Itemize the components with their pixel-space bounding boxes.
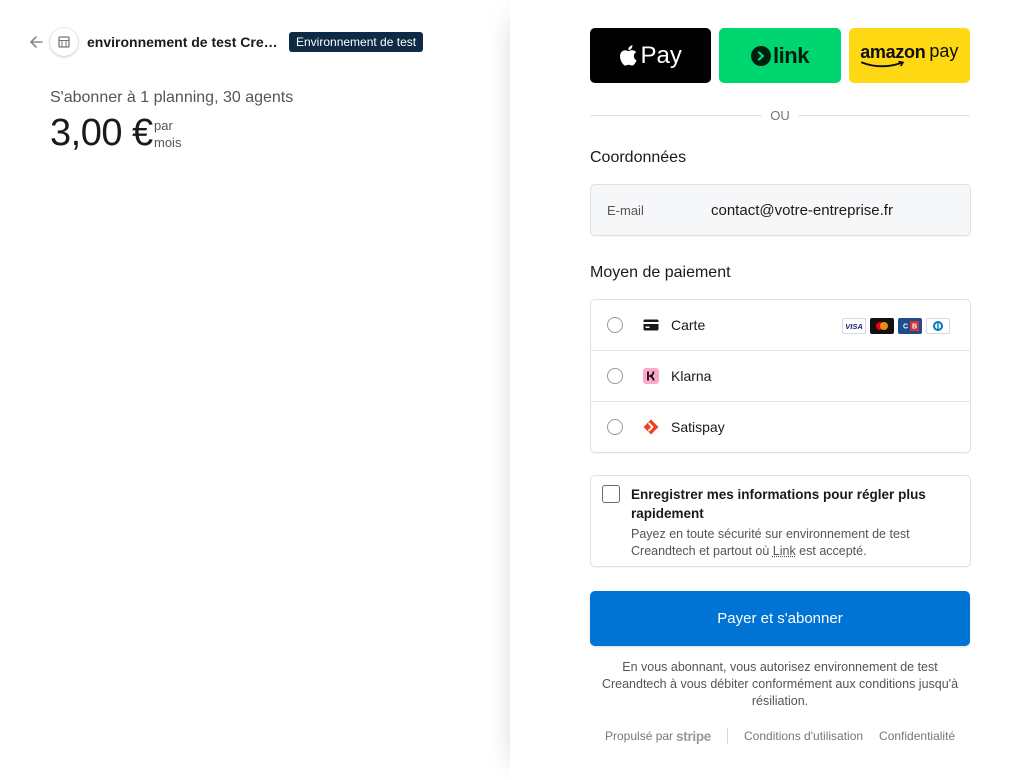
apple-pay-label: Pay [640,41,682,69]
klarna-radio[interactable] [607,368,623,384]
card-icon [642,317,660,333]
billing-period: par mois [154,117,181,151]
contact-section-title: Coordonnées [590,149,687,166]
payment-method-satispay[interactable]: Satispay [591,402,970,453]
link-inline-link[interactable]: Link [773,544,796,558]
mastercard-icon [870,318,894,334]
amazon-label: amazon [860,42,926,62]
card-label: Carte [671,317,706,333]
pay-and-subscribe-button[interactable]: Payer et s'abonner [590,591,970,646]
satispay-radio[interactable] [607,419,623,435]
svg-text:C: C [903,324,908,331]
back-arrow-icon[interactable] [26,32,46,52]
payment-section-title: Moyen de paiement [590,264,731,281]
apple-pay-button[interactable]: Pay [590,28,712,83]
merchant-name: environnement de test Crean… [87,34,283,50]
satispay-label: Satispay [671,419,725,435]
amazon-smile-icon [861,61,905,68]
payment-method-list: Carte VISA CB Klarna Satispay [590,299,971,453]
terms-link[interactable]: Conditions d'utilisation [744,729,863,743]
payment-panel: Pay link amazon pay OU Coordonnées E-mai… [510,0,1010,780]
or-divider: OU [590,107,970,123]
payment-method-klarna[interactable]: Klarna [591,351,970,402]
divider-line-left [590,114,763,116]
product-description: S'abonner à 1 planning, 30 agents [50,89,294,106]
test-mode-badge: Environnement de test [289,32,424,52]
stripe-logo[interactable]: stripe [676,729,711,744]
save-info-desc-before: Payez en toute sécurité sur environnemen… [631,527,910,558]
order-summary-panel: environnement de test Crean… Environneme… [0,0,510,780]
store-icon [50,28,78,56]
klarna-icon [642,368,660,384]
amazon-pay-button[interactable]: amazon pay [848,28,970,83]
billing-period-line1: par [154,118,173,133]
email-field[interactable]: E-mail contact@votre-entreprise.fr [590,184,971,236]
save-info-checkbox[interactable] [602,485,620,503]
payment-method-card[interactable]: Carte VISA CB [591,300,970,351]
diners-icon [926,318,950,334]
express-checkout: Pay link amazon pay [590,28,970,83]
divider-line-right [797,114,970,116]
card-radio[interactable] [607,317,623,333]
klarna-label: Klarna [671,368,712,384]
visa-icon: VISA [842,318,866,334]
privacy-link[interactable]: Confidentialité [879,729,955,743]
billing-period-line2: mois [154,135,182,150]
satispay-icon [642,419,660,435]
cb-icon: CB [898,318,922,334]
save-info-desc-after: est accepté. [795,544,867,558]
legal-notice: En vous abonnant, vous autorisez environ… [601,660,959,708]
footer-separator [727,728,729,744]
footer: Propulsé par stripe Conditions d'utilisa… [605,728,955,744]
link-pay-button[interactable]: link [719,28,841,83]
link-label: link [773,42,809,68]
powered-by-label: Propulsé par [605,729,674,743]
apple-logo-icon [620,45,637,66]
card-brands: VISA CB [842,318,950,334]
email-value[interactable]: contact@votre-entreprise.fr [711,202,893,219]
link-arrow-icon [751,45,772,66]
svg-text:B: B [912,324,917,331]
price-amount: 3,00 € [50,112,153,154]
or-label: OU [770,107,790,123]
amazon-pay-label: pay [929,41,959,61]
save-info-title: Enregistrer mes informations pour régler… [631,487,926,521]
save-info-description: Payez en toute sécurité sur environnemen… [631,526,951,560]
email-label: E-mail [607,203,644,218]
save-info-box: Enregistrer mes informations pour régler… [590,475,971,567]
